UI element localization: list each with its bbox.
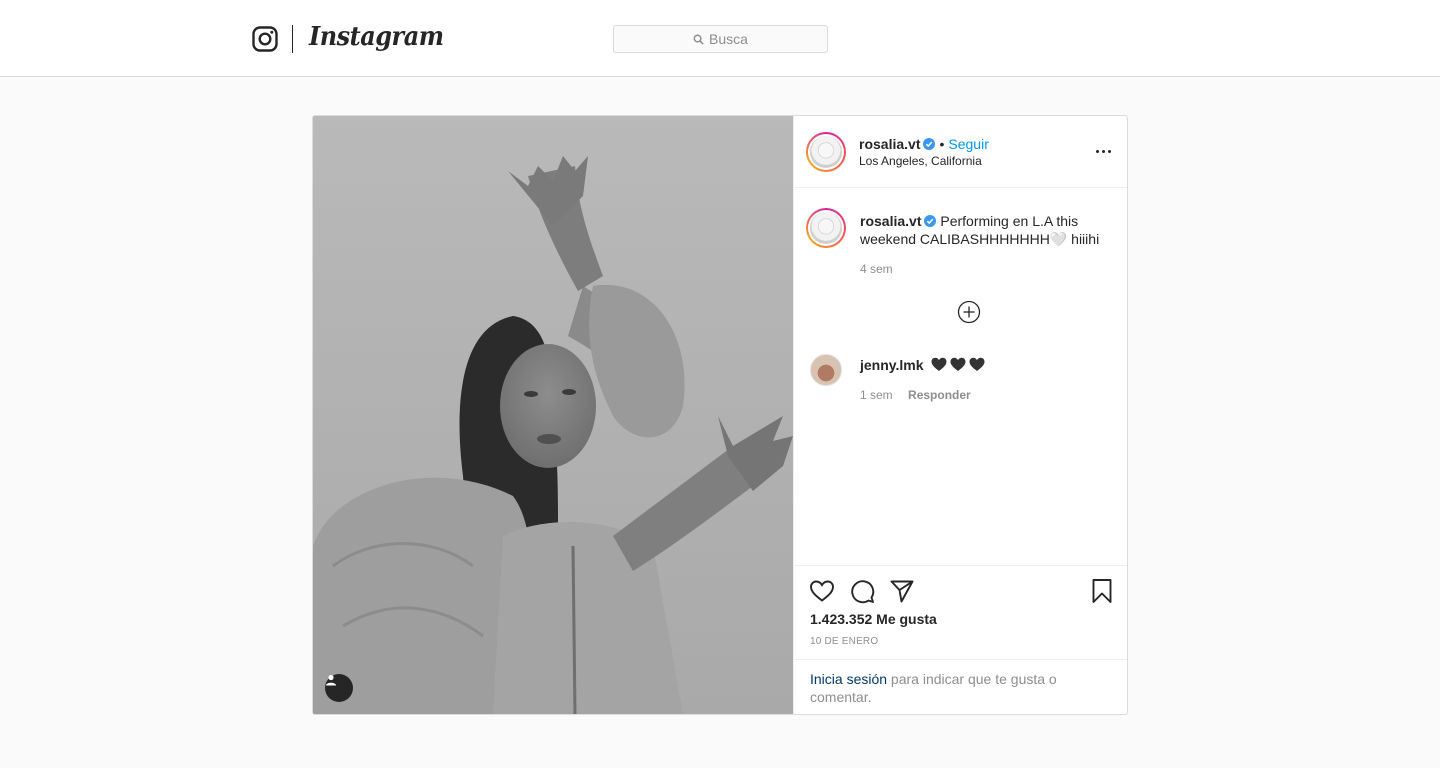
bookmark-icon[interactable] [1089,578,1115,604]
post-header: rosalia.vt • Seguir Los Angeles, Califor… [794,116,1127,188]
post-sidebar: rosalia.vt • Seguir Los Angeles, Califor… [793,116,1127,714]
black-heart-emoji [969,357,985,371]
instagram-wordmark[interactable]: Instagram [309,22,444,52]
share-icon[interactable] [889,578,915,604]
post-actions: 1.423.352 Me gusta 10 DE ENERO [794,565,1127,659]
user-tag-icon[interactable] [325,674,353,702]
top-navigation-bar: Instagram Busca [0,0,1440,77]
caption-username[interactable]: rosalia.vt [860,213,921,229]
search-input[interactable]: Busca [613,25,828,53]
likes-count[interactable]: 1.423.352 Me gusta [810,611,937,627]
commenter-avatar[interactable] [810,354,842,386]
instagram-camera-icon[interactable] [252,26,278,52]
comment-icon[interactable] [849,578,875,604]
caption: rosalia.vt Performing en L.A this weeken… [860,212,1110,278]
post-photo-illustration [313,116,793,714]
post-photo[interactable] [313,116,793,714]
more-options-icon[interactable] [1096,150,1112,154]
author-avatar[interactable] [806,132,846,172]
comment: jenny.lmk 🖤🖤🖤 1 sem Responder [860,356,1110,404]
logo-divider [292,25,293,53]
post-card: rosalia.vt • Seguir Los Angeles, Califor… [312,115,1128,715]
reply-button[interactable]: Responder [908,388,971,402]
follow-button[interactable]: Seguir [948,136,988,152]
caption-time[interactable]: 4 sem [860,260,1110,278]
comment-text: 🖤🖤🖤 [931,357,985,372]
post-date[interactable]: 10 DE ENERO [810,636,878,647]
black-heart-emoji [950,357,966,371]
search-placeholder: Busca [709,31,748,47]
post-location[interactable]: Los Angeles, California [859,154,989,168]
caption-avatar[interactable] [806,208,846,248]
separator-dot: • [939,136,945,152]
verified-badge-icon [923,138,936,150]
verified-badge-icon [924,215,937,227]
login-link[interactable]: Inicia sesión [810,671,887,687]
load-more-comments-icon[interactable] [957,300,981,324]
black-heart-emoji [931,357,947,371]
search-icon [693,34,704,45]
comment-time[interactable]: 1 sem [860,388,893,402]
heart-icon[interactable] [809,578,835,604]
author-username[interactable]: rosalia.vt [859,136,920,152]
commenter-username[interactable]: jenny.lmk [860,357,924,373]
login-prompt: Inicia sesión para indicar que te gusta … [794,659,1127,714]
comments-section: rosalia.vt Performing en L.A this weeken… [794,188,1127,565]
